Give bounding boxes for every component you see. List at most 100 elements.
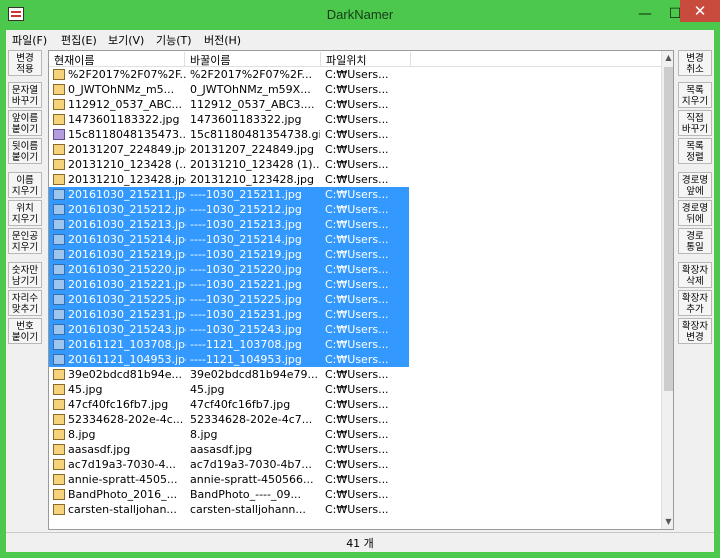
menu-version[interactable]: 버전(H) [204,32,241,48]
list-item[interactable]: 20161030_215211.jpg ----1030_215211.jpg C:… [49,187,409,202]
delete-name-button[interactable]: 이름 지우기 [8,172,42,198]
path-suffix-button[interactable]: 경로명 뒤에 [678,200,712,226]
image-file-icon [53,309,65,320]
new-name-cell: ----1030_215231.jpg [190,308,302,321]
list-item[interactable]: BandPhoto_2016_... BandPhoto_----_09... C:… [49,487,409,502]
new-name-cell: ----1121_104953.jpg [190,353,302,366]
sort-list-button[interactable]: 목록 정렬 [678,138,712,164]
gif-file-icon [53,129,65,140]
image-file-icon [53,189,65,200]
list-item[interactable]: 112912_0537_ABC... 112912_0537_ABC3.... C:… [49,97,409,112]
image-file-icon [53,414,65,425]
list-item[interactable]: 20161030_215220.jpg ----1030_215220.jpg C:… [49,262,409,277]
scroll-thumb[interactable] [664,67,673,391]
prefix-name-button[interactable]: 앞이름 붙이기 [8,110,42,136]
list-item[interactable]: 20161030_215213.jpg ----1030_215213.jpg C:… [49,217,409,232]
file-location-cell: C:₩Users... [325,158,389,171]
list-item[interactable]: 20161030_215219.jpg ----1030_215219.jpg C:… [49,247,409,262]
delete-extension-button[interactable]: 확장자 삭제 [678,262,712,288]
list-item[interactable]: carsten-stalljohan... carsten-stalljohann… [49,502,409,517]
current-name-cell: 20161121_104953.jpg [68,353,186,366]
add-number-button[interactable]: 번호 붙이기 [8,318,42,344]
list-item[interactable]: 0_JWTOhNMz_m5... 0_JWTOhNMz_m59X... C:₩Use… [49,82,409,97]
list-item[interactable]: 39e02bdcd81b94e... 39e02bdcd81b94e79... C:… [49,367,409,382]
list-item[interactable]: 20161030_215231.jpg ----1030_215231.jpg C:… [49,307,409,322]
current-name-cell: 20131210_123428 (... [68,158,186,171]
list-item[interactable]: ac7d19a3-7030-4... ac7d19a3-7030-4b7... C:… [49,457,409,472]
list-item[interactable]: 47cf40fc16fb7.jpg 47cf40fc16fb7.jpg C:₩Use… [49,397,409,412]
list-item[interactable]: 20131210_123428 (... 20131210_123428 (1).… [49,157,409,172]
column-header-new-name[interactable]: 바꿀이름 [185,52,321,67]
list-item[interactable]: 20161030_215243.jpg ----1030_215243.jpg C:… [49,322,409,337]
change-extension-button[interactable]: 확장자 변경 [678,318,712,344]
list-item[interactable]: annie-spratt-4505... annie-spratt-450566.… [49,472,409,487]
list-item[interactable]: 52334628-202e-4c... 52334628-202e-4c7... C… [49,412,409,427]
list-item[interactable]: 45.jpg 45.jpg C:₩Users... [49,382,409,397]
current-name-cell: 15c8118048135473... [68,128,186,141]
scroll-up-icon[interactable]: ▲ [662,51,673,65]
current-name-cell: %2F2017%2F07%2F... [68,68,186,81]
file-list[interactable]: 현재이름 바꿀이름 파일위치 %2F2017%2F07%2F... %2F2017… [48,50,674,530]
current-name-cell: 20161121_103708.jpg [68,338,186,351]
list-item[interactable]: aasasdf.jpg aasasdf.jpg C:₩Users... [49,442,409,457]
menu-bar: 파일(F) 편집(E) 보기(V) 기능(T) 버전(H) [6,30,714,48]
menu-tools[interactable]: 기능(T) [156,32,192,48]
apply-changes-button[interactable]: 변경 적용 [8,50,42,76]
direct-rename-button[interactable]: 직접 바꾸기 [678,110,712,136]
list-item[interactable]: 20131207_224849.jpg 20131207_224849.jpg C:… [49,142,409,157]
list-item[interactable]: %2F2017%2F07%2F... %2F2017%2F07%2F... C:₩U… [49,67,409,82]
list-item[interactable]: 20161121_104953.jpg ----1121_104953.jpg C:… [49,352,409,367]
scroll-down-icon[interactable]: ▼ [662,515,673,529]
current-name-cell: 20161030_215214.jpg [68,233,186,246]
file-location-cell: C:₩Users... [325,488,389,501]
current-name-cell: 47cf40fc16fb7.jpg [68,398,169,411]
file-location-cell: C:₩Users... [325,383,389,396]
replace-string-button[interactable]: 문자열 바꾸기 [8,82,42,108]
unify-path-button[interactable]: 경로 통일 [678,228,712,254]
list-item[interactable]: 8.jpg 8.jpg C:₩Users... [49,427,409,442]
list-item[interactable]: 20161121_103708.jpg ----1121_103708.jpg C:… [49,337,409,352]
menu-view[interactable]: 보기(V) [108,32,144,48]
add-extension-button[interactable]: 확장자 추가 [678,290,712,316]
list-item[interactable]: 15c8118048135473... 15c81180481354738.gif… [49,127,409,142]
menu-file[interactable]: 파일(F) [12,32,47,48]
column-header-file-location[interactable]: 파일위치 [321,52,411,67]
current-name-cell: annie-spratt-4505... [68,473,178,486]
close-button[interactable]: ✕ [680,0,720,22]
new-name-cell: %2F2017%2F07%2F... [190,68,313,81]
new-name-cell: 20131207_224849.jpg [190,143,314,156]
file-location-cell: C:₩Users... [325,188,389,201]
numbers-only-button[interactable]: 숫자만 남기기 [8,262,42,288]
file-location-cell: C:₩Users... [325,323,389,336]
current-name-cell: BandPhoto_2016_... [68,488,178,501]
menu-edit[interactable]: 편집(E) [61,32,97,48]
new-name-cell: 1473601183322.jpg [190,113,302,126]
undo-changes-button[interactable]: 변경 취소 [678,50,712,76]
file-location-cell: C:₩Users... [325,413,389,426]
path-prefix-button[interactable]: 경로명 앞에 [678,172,712,198]
new-name-cell: 112912_0537_ABC3.... [190,98,315,111]
title-bar[interactable]: DarkNamer — ☐ ✕ [0,0,720,30]
image-file-icon [53,219,65,230]
list-item[interactable]: 20161030_215212.jpg ----1030_215212.jpg C:… [49,202,409,217]
pad-digits-button[interactable]: 자리수 맞추기 [8,290,42,316]
list-item[interactable]: 20161030_215221.jpg ----1030_215221.jpg C:… [49,277,409,292]
new-name-cell: 52334628-202e-4c7... [190,413,313,426]
file-location-cell: C:₩Users... [325,233,389,246]
vertical-scrollbar[interactable]: ▲ ▼ [661,51,673,529]
image-file-icon [53,384,65,395]
clear-list-button[interactable]: 목록 지우기 [678,82,712,108]
list-item[interactable]: 20161030_215214.jpg ----1030_215214.jpg C:… [49,232,409,247]
current-name-cell: 39e02bdcd81b94e... [68,368,182,381]
file-location-cell: C:₩Users... [325,128,389,141]
suffix-name-button[interactable]: 뒷이름 붙이기 [8,138,42,164]
delete-chars-button[interactable]: 문인공 지우기 [8,228,42,254]
minimize-button[interactable]: — [630,4,660,26]
column-header-current-name[interactable]: 현재이름 [49,52,185,67]
current-name-cell: 20161030_215219.jpg [68,248,186,261]
new-name-cell: 8.jpg [190,428,218,441]
list-item[interactable]: 20161030_215225.jpg ----1030_215225.jpg C:… [49,292,409,307]
delete-position-button[interactable]: 위치 지우기 [8,200,42,226]
list-item[interactable]: 20131210_123428.jpg 20131210_123428.jpg C:… [49,172,409,187]
list-item[interactable]: 1473601183322.jpg 1473601183322.jpg C:₩Use… [49,112,409,127]
